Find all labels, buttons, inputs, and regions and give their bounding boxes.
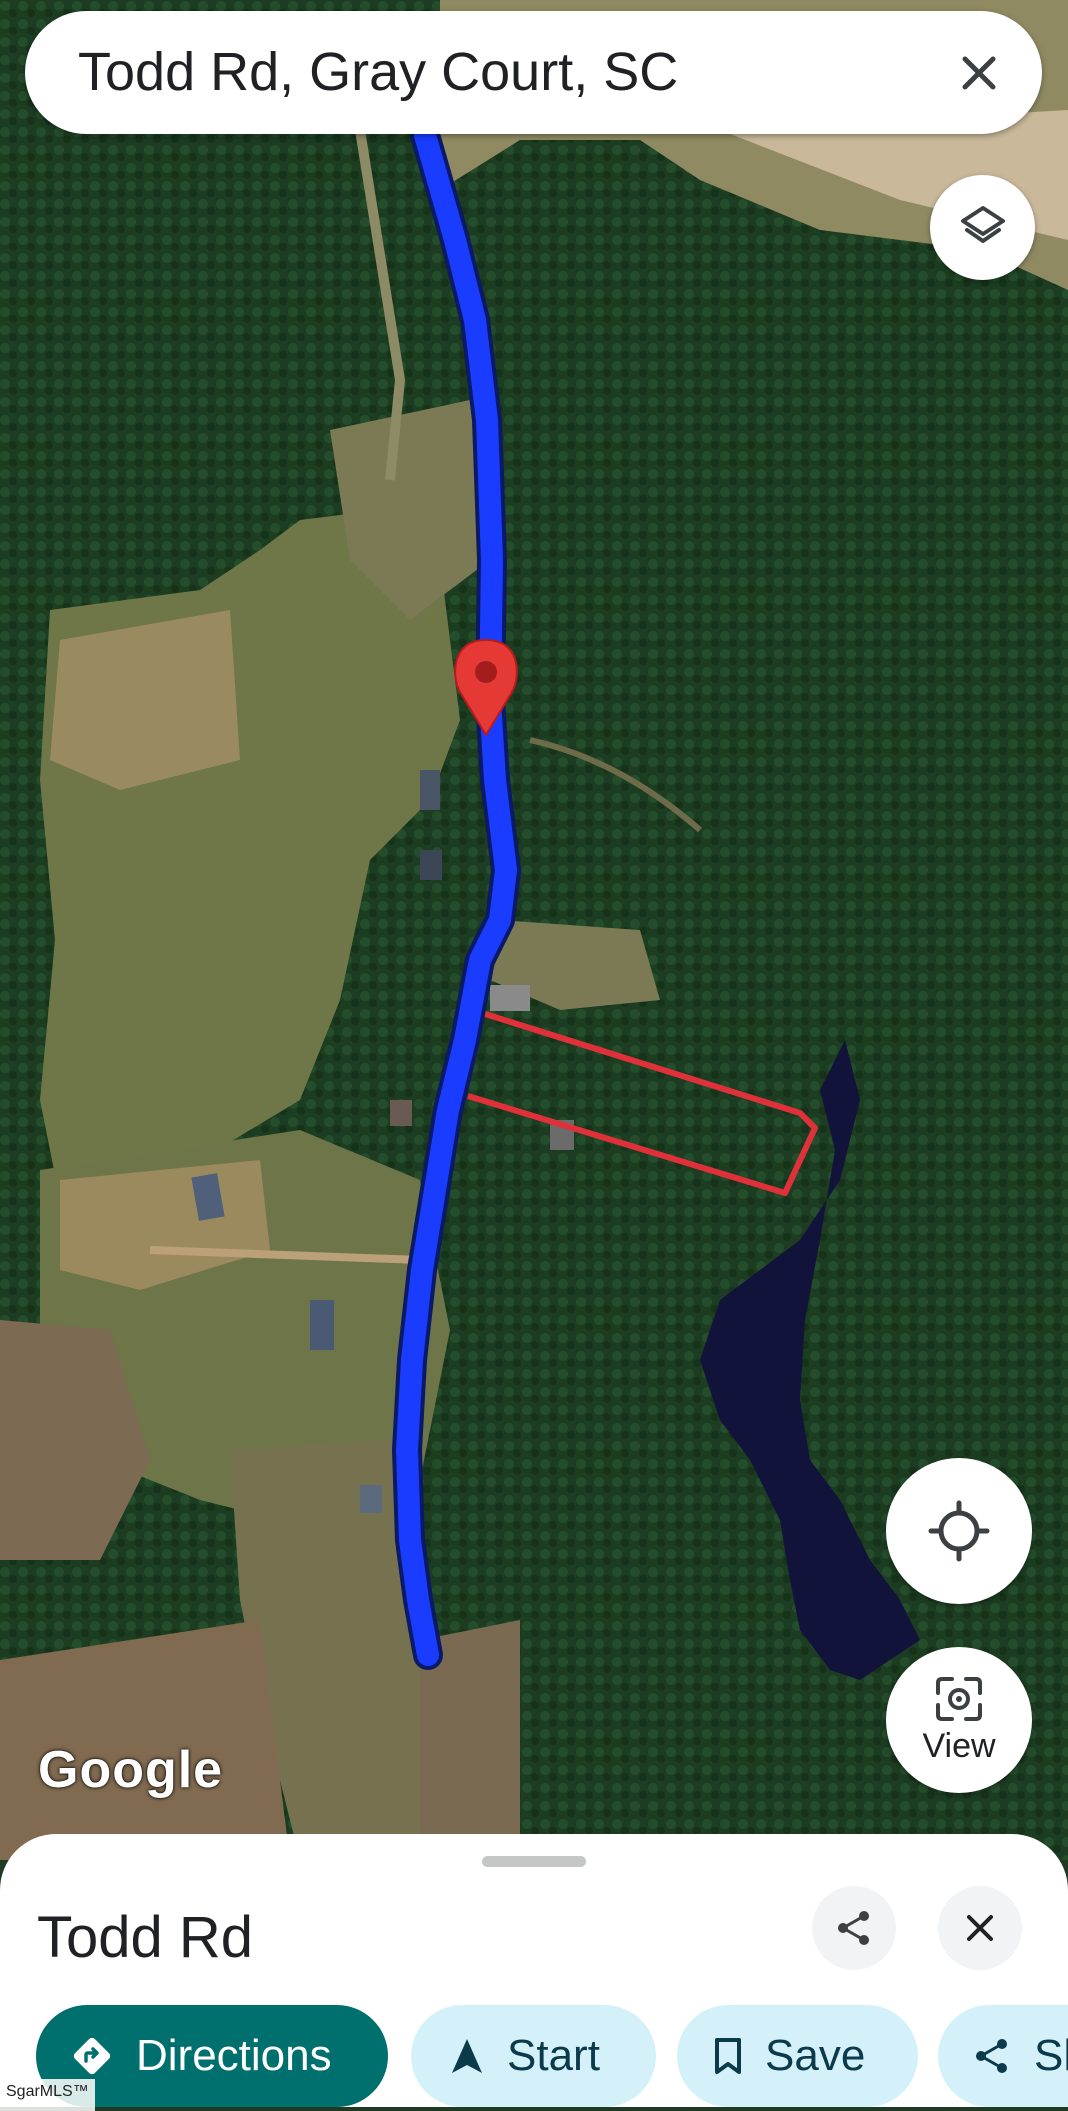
share-icon <box>976 2039 1007 2073</box>
share-label: Sh <box>1034 2031 1068 2080</box>
place-sheet: Todd Rd Directions Start Save S <box>0 1834 1068 2107</box>
share-icon <box>838 1911 869 1945</box>
save-label: Save <box>765 2031 866 2080</box>
sheet-drag-handle[interactable] <box>482 1856 586 1867</box>
share-button[interactable] <box>812 1886 896 1970</box>
bookmark-icon <box>715 2038 741 2074</box>
directions-label: Directions <box>136 2031 332 2080</box>
navigation-arrow-icon <box>452 2039 482 2073</box>
clear-search-button[interactable] <box>937 31 1020 114</box>
mls-watermark: SgarMLS™ <box>0 2079 95 2111</box>
layers-icon <box>960 205 1005 243</box>
google-attribution: Google <box>38 1741 224 1799</box>
directions-icon <box>73 2037 111 2075</box>
street-view-button[interactable]: View <box>886 1647 1032 1793</box>
start-label: Start <box>507 2031 600 2080</box>
search-input[interactable]: Todd Rd, Gray Court, SC <box>78 11 678 134</box>
close-button[interactable] <box>938 1886 1022 1970</box>
my-location-button[interactable] <box>886 1458 1032 1604</box>
my-location-icon <box>928 1500 990 1562</box>
map-layers-button[interactable] <box>930 175 1035 280</box>
start-navigation-button[interactable]: Start <box>411 2005 656 2107</box>
save-button[interactable]: Save <box>677 2005 918 2107</box>
close-icon <box>962 56 995 89</box>
place-title: Todd Rd <box>37 1905 254 1970</box>
close-icon <box>967 1915 993 1941</box>
share-chip-button[interactable]: Sh <box>938 2005 1068 2107</box>
view-label: View <box>922 1726 996 1765</box>
search-bar[interactable]: Todd Rd, Gray Court, SC <box>25 11 1042 134</box>
street-view-icon <box>936 1676 982 1721</box>
